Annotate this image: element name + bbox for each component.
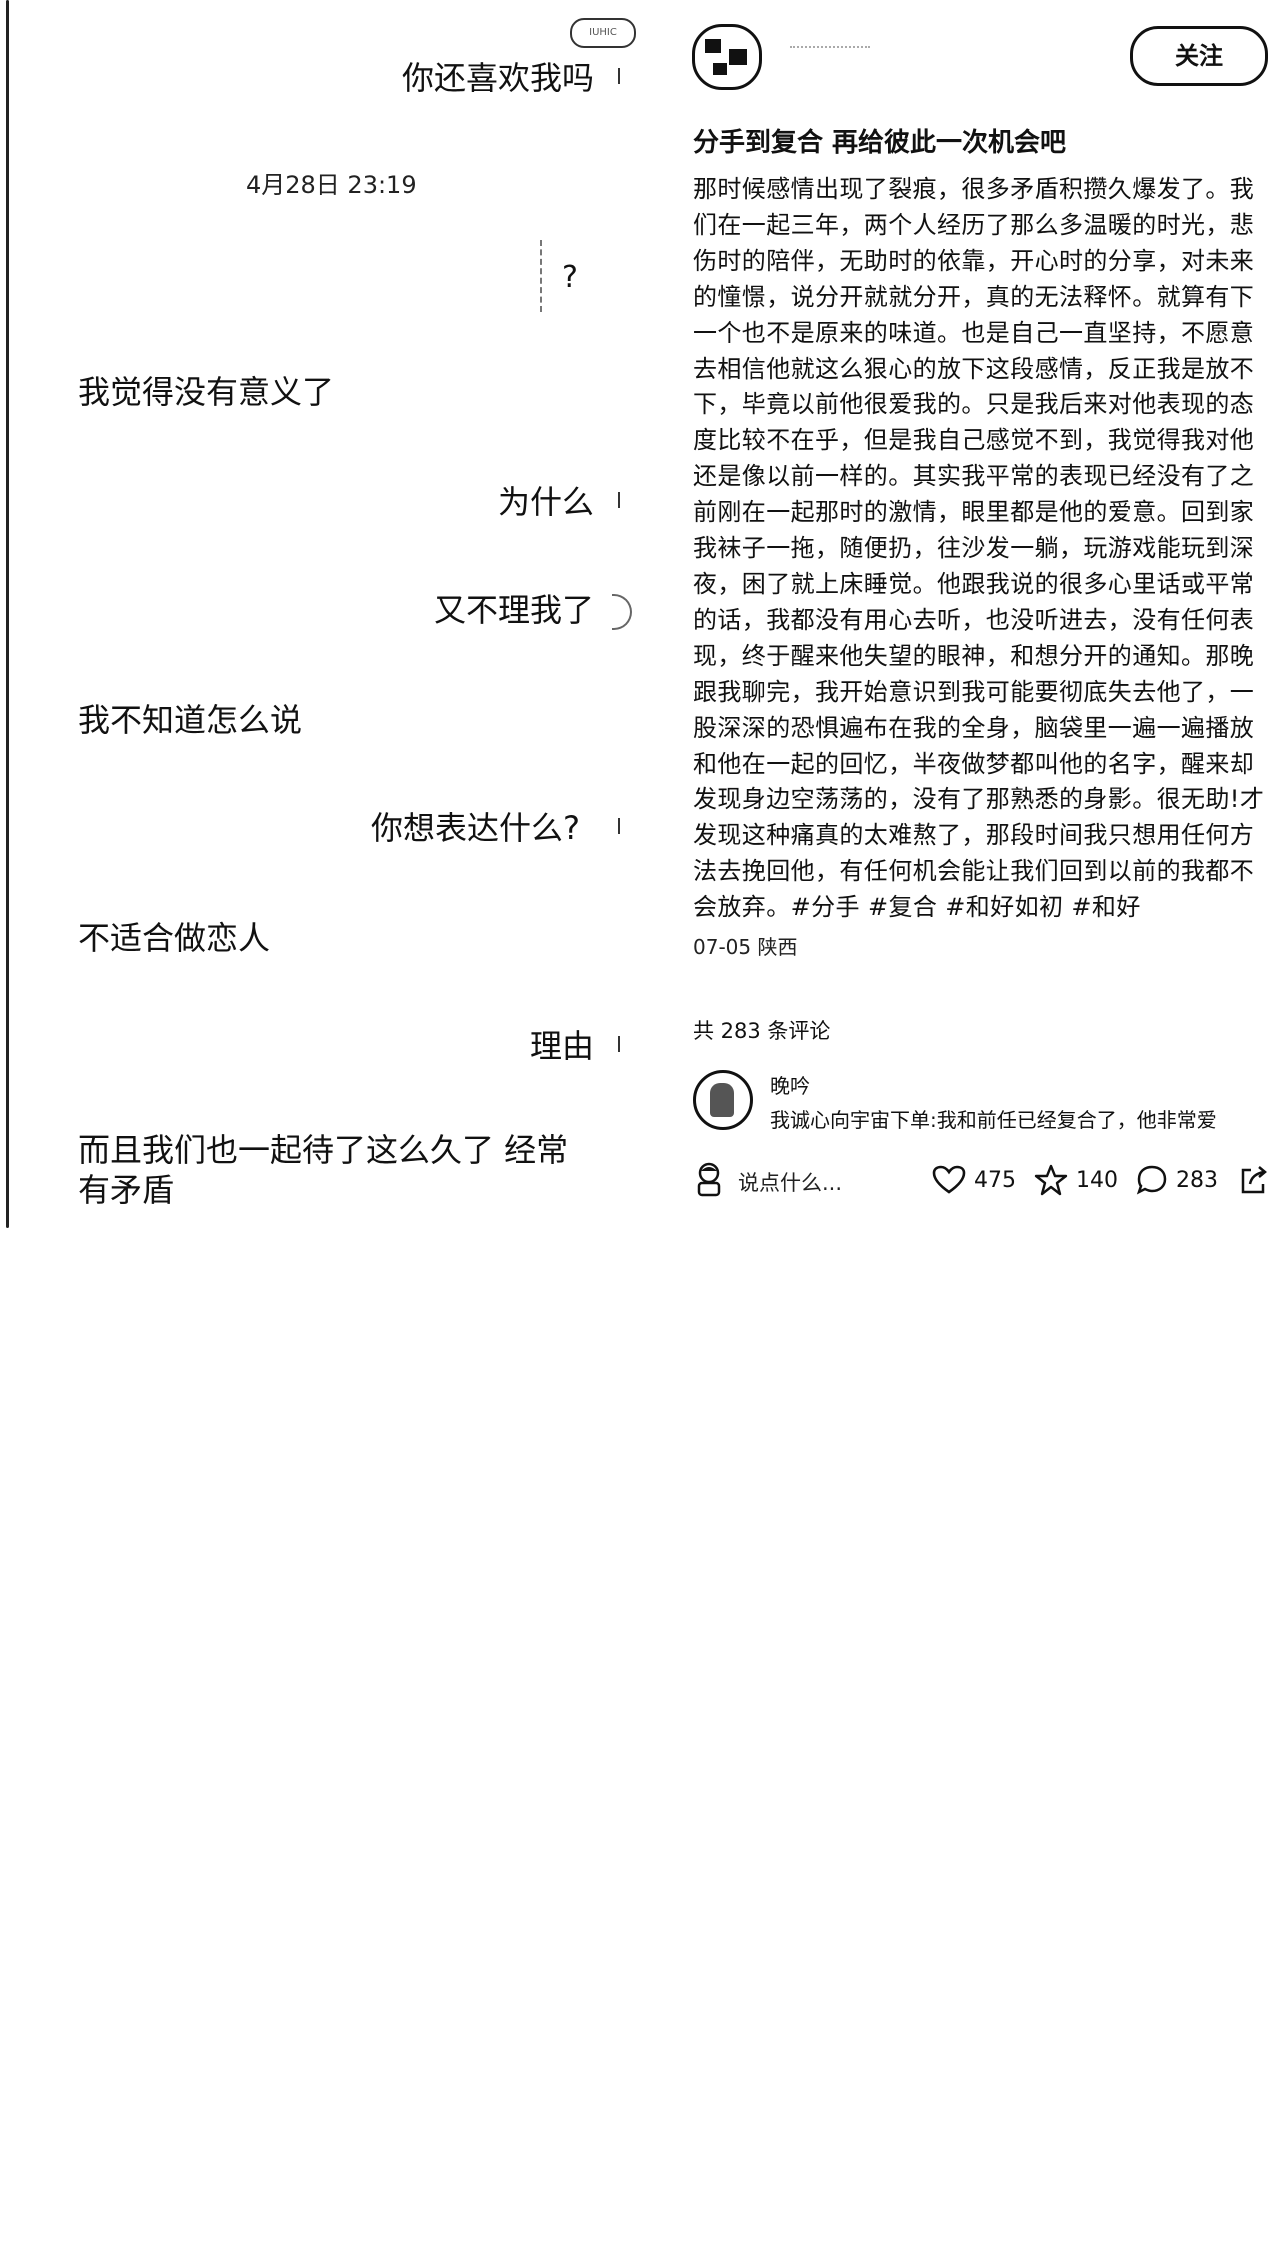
chat-timestamp: 4月28日 23:19 xyxy=(246,171,417,199)
favorite-count: 140 xyxy=(1076,1167,1118,1193)
comment-count: 共 283 条评论 xyxy=(693,1019,831,1043)
comment-input[interactable]: 说点什么... xyxy=(738,1167,842,1197)
commenter-name[interactable]: 晚吟 xyxy=(770,1070,810,1099)
chat-message-incoming: 我觉得没有意义了 xyxy=(78,373,335,411)
bubble-edge xyxy=(618,68,620,84)
chat-message-outgoing: ? xyxy=(540,240,622,312)
question-mark-text: ? xyxy=(562,260,578,295)
chat-message-incoming: 不适合做恋人 xyxy=(78,919,271,957)
author-avatar[interactable] xyxy=(692,24,762,90)
comment-text: 我诚心向宇宙下单:我和前任已经复合了，他非常爱 xyxy=(770,1108,1217,1132)
chat-message-outgoing: 理由 xyxy=(529,1027,594,1065)
bubble-edge xyxy=(618,492,620,508)
chat-panel: IUHIC 你还喜欢我吗 4月28日 23:19 ? 我觉得没有意义了 为什么 … xyxy=(0,0,650,1228)
bottom-action-bar: 说点什么... 475 140 283 xyxy=(660,1155,1280,1205)
post-body: 那时候感情出现了裂痕，很多矛盾积攒久爆发了。我们在一起三年，两个人经历了那么多温… xyxy=(693,175,1265,922)
author-name-blurred[interactable] xyxy=(790,46,870,54)
post-panel: 关注 分手到复合 再给彼此一次机会吧 那时候感情出现了裂痕，很多矛盾积攒久爆发了… xyxy=(660,0,1280,1228)
bubble-edge xyxy=(618,1036,620,1052)
commenter-avatar[interactable] xyxy=(693,1070,753,1130)
chat-message-incoming: 我不知道怎么说 xyxy=(78,701,303,739)
chat-message-incoming: 而且我们也一起待了这么久了 经常有矛盾 xyxy=(78,1131,569,1209)
heart-icon xyxy=(932,1165,966,1194)
share-button[interactable] xyxy=(1238,1161,1276,1199)
bubble-edge xyxy=(618,818,620,834)
comment-button[interactable]: 283 xyxy=(1136,1161,1218,1199)
loading-indicator-icon xyxy=(612,594,632,630)
panel-edge xyxy=(6,0,9,1228)
user-avatar-icon xyxy=(697,1162,721,1197)
star-icon xyxy=(1034,1164,1068,1196)
favorite-button[interactable]: 140 xyxy=(1034,1161,1118,1199)
post-title: 分手到复合 再给彼此一次机会吧 xyxy=(693,128,1067,158)
post-date-location: 07-05 陕西 xyxy=(693,935,798,959)
follow-button[interactable]: 关注 xyxy=(1130,26,1268,86)
like-count: 475 xyxy=(974,1167,1016,1193)
comment-bubble-icon xyxy=(1136,1165,1167,1195)
share-icon xyxy=(1241,1166,1267,1194)
comment-button-count: 283 xyxy=(1176,1167,1218,1193)
status-pill: IUHIC xyxy=(570,18,636,48)
like-button[interactable]: 475 xyxy=(932,1161,1016,1199)
